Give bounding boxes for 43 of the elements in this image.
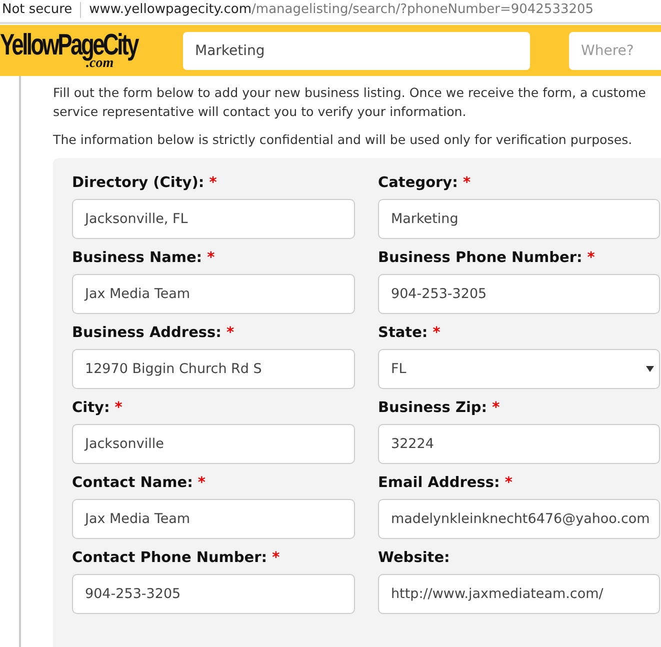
input-field[interactable]: Jax Media Team	[72, 274, 355, 314]
url-field[interactable]: www.yellowpagecity.com/managelisting/search/?phoneNumber=9042533205	[89, 2, 594, 17]
required-mark: *	[114, 400, 122, 416]
required-mark: *	[462, 175, 471, 191]
input-field[interactable]: Jacksonville, FL	[72, 199, 355, 239]
input-field[interactable]: http://www.jaxmediateam.com/	[378, 574, 660, 614]
confidential-notice: The information below is strictly confidential and will be used only for verification purposes.	[53, 131, 634, 149]
field-label: Category:	[378, 175, 458, 191]
input-field[interactable]: Marketing	[378, 199, 660, 239]
required-mark: *	[198, 475, 206, 491]
input-field[interactable]: Jax Media Team	[72, 499, 355, 539]
input-field[interactable]: Jacksonville	[72, 424, 355, 464]
required-mark: *	[226, 325, 234, 341]
required-mark: *	[209, 175, 217, 191]
required-mark: *	[587, 250, 595, 266]
required-mark: *	[207, 250, 215, 266]
intro-text: Fill out the form below to add your new business listing. Once we receive the form, a custome service representative will contact you to verify your information.	[53, 84, 647, 121]
input-field[interactable]: 12970 Biggin Church Rd S	[72, 349, 355, 389]
field-label: Business Phone Number:	[378, 250, 582, 266]
required-mark: *	[504, 475, 512, 491]
field-label: City:	[72, 400, 110, 416]
state-select[interactable]: FL	[378, 349, 660, 389]
location-field[interactable]: Where?	[569, 32, 661, 70]
field-label: Email Address:	[378, 475, 500, 491]
field-label: Business Zip:	[378, 400, 488, 416]
security-label: Not secure	[0, 2, 82, 18]
dropdown-arrow-icon	[646, 366, 654, 372]
required-mark: *	[432, 325, 440, 341]
field-label: State:	[378, 325, 428, 341]
field-label: Business Address:	[72, 325, 222, 341]
required-mark: *	[272, 550, 280, 566]
input-field[interactable]: 904-253-3205	[378, 274, 660, 314]
field-label: Website:	[378, 550, 450, 566]
input-field[interactable]: madelynkleinknecht6476@yahoo.com	[378, 499, 660, 539]
input-field[interactable]: 904-253-3205	[72, 574, 355, 614]
field-label: Contact Phone Number:	[72, 550, 268, 566]
site-logo[interactable]: YellowPageCity .com	[0, 32, 183, 70]
field-label: Directory (City):	[72, 175, 204, 191]
required-mark: *	[492, 400, 500, 416]
field-label: Contact Name:	[72, 475, 193, 491]
field-label: Business Name:	[72, 250, 202, 266]
input-field[interactable]: 32224	[378, 424, 660, 464]
search-field[interactable]: Marketing	[183, 32, 530, 70]
